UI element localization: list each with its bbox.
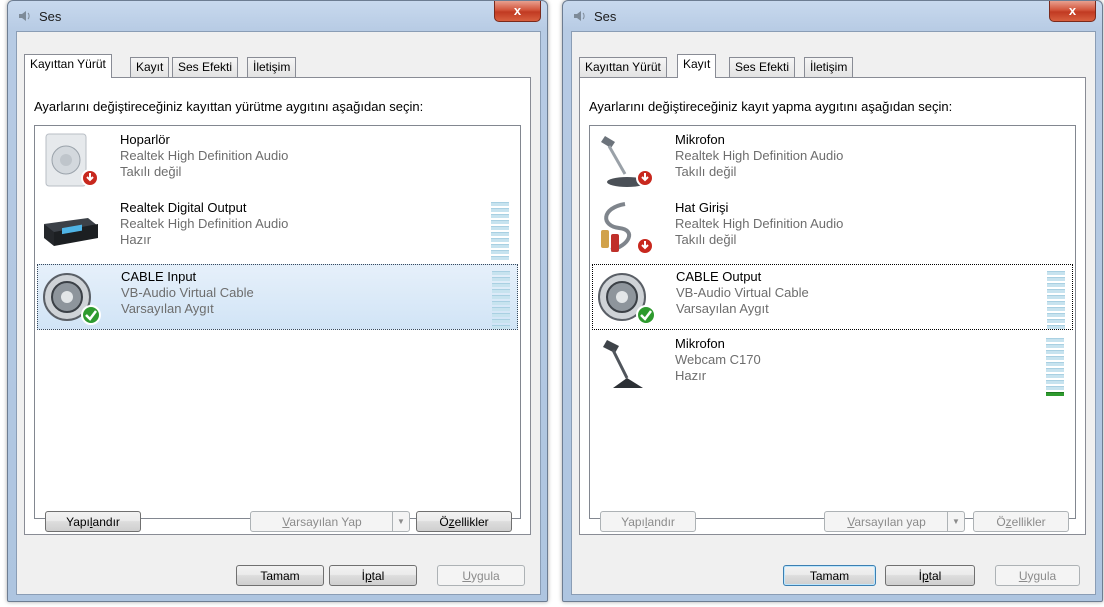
device-list[interactable]: Hoparlör Realtek High Definition Audio T… <box>34 125 521 519</box>
device-driver: VB-Audio Virtual Cable <box>676 285 809 300</box>
device-list[interactable]: Mikrofon Realtek High Definition Audio T… <box>589 125 1076 519</box>
configure-label: Yapı <box>66 515 90 529</box>
dialog-client: Kayıttan Yürüt Kayıt Ses Efekti İletişim… <box>16 31 541 595</box>
properties-label-end: ellikler <box>454 515 489 529</box>
cable-icon <box>43 273 101 325</box>
device-status: Varsayılan Aygıt <box>121 301 214 316</box>
title-bar[interactable]: Ses x <box>8 1 547 31</box>
properties-label: Ö <box>996 515 1006 529</box>
sound-dialog-playback: Ses x Kayıttan Yürüt Kayıt Ses Efekti İl… <box>7 0 548 602</box>
device-item[interactable]: Hat Girişi Realtek High Definition Audio… <box>592 196 1071 260</box>
cable-icon <box>598 273 656 325</box>
apply-button[interactable]: Uygula <box>437 565 525 586</box>
device-driver: Webcam C170 <box>675 352 761 367</box>
device-status: Hazır <box>120 232 152 247</box>
ok-button[interactable]: Tamam <box>236 565 324 586</box>
tab-playback[interactable]: Kayıttan Yürüt <box>24 54 112 78</box>
device-name: CABLE Output <box>676 269 762 284</box>
properties-label-end: ellikler <box>1011 515 1046 529</box>
configure-label-end: andır <box>647 515 675 529</box>
speaker-small-icon <box>574 11 585 21</box>
device-status: Varsayılan Aygıt <box>676 301 769 316</box>
device-name: Hat Girişi <box>675 200 729 215</box>
tab-recording[interactable]: Kayıt <box>677 54 717 78</box>
device-item-selected[interactable]: CABLE Input VB-Audio Virtual Cable Varsa… <box>37 264 518 330</box>
configure-button[interactable]: Yapılandır <box>45 511 141 532</box>
device-status: Hazır <box>675 368 707 383</box>
device-name: Mikrofon <box>675 132 725 147</box>
set-default-label: arsayılan Yap <box>289 515 362 529</box>
tab-communications[interactable]: İletişim <box>247 57 297 77</box>
title-bar[interactable]: Ses x <box>563 1 1102 31</box>
apply-button[interactable]: Uygula <box>995 565 1080 586</box>
tab-page-recording: Ayarlarını değiştireceğiniz kayıt yapma … <box>579 77 1086 535</box>
set-default-button[interactable]: Varsayılan yap ▼ <box>824 511 965 532</box>
dialog-client: Kayıttan Yürüt Kayıt Ses Efekti İletişim… <box>571 31 1096 595</box>
device-name: Realtek Digital Output <box>120 200 247 215</box>
device-name: Mikrofon <box>675 336 725 351</box>
device-item[interactable]: Mikrofon Webcam C170 Hazır <box>592 332 1071 396</box>
properties-label: Ö <box>439 515 449 529</box>
window-title: Ses <box>39 9 62 24</box>
cancel-accel: p <box>921 569 929 583</box>
cancel-button[interactable]: İptal <box>885 565 975 586</box>
device-driver: VB-Audio Virtual Cable <box>121 285 254 300</box>
level-meter <box>1046 338 1064 396</box>
tab-recording[interactable]: Kayıt <box>130 57 170 77</box>
tab-playback[interactable]: Kayıttan Yürüt <box>579 57 667 77</box>
microphone-icon <box>603 340 643 388</box>
properties-button[interactable]: Özellikler <box>973 511 1069 532</box>
microphone-icon <box>601 136 654 187</box>
apply-label: ygula <box>1027 569 1057 583</box>
device-name: CABLE Input <box>121 269 197 284</box>
configure-label-end: andır <box>92 515 120 529</box>
tab-sound-effects[interactable]: Ses Efekti <box>172 57 239 77</box>
apply-accel: U <box>462 569 471 583</box>
cancel-accel: p <box>364 569 372 583</box>
instruction-text: Ayarlarını değiştireceğiniz kayıt yapma … <box>589 99 953 114</box>
level-meter <box>1047 271 1065 329</box>
configure-label: Yapı <box>621 515 645 529</box>
device-name: Hoparlör <box>120 132 170 147</box>
close-button[interactable]: x <box>494 1 541 22</box>
close-button[interactable]: x <box>1049 1 1096 22</box>
speaker-small-icon <box>19 11 30 21</box>
configure-button[interactable]: Yapılandır <box>600 511 696 532</box>
apply-label: ygula <box>470 569 500 583</box>
device-item[interactable]: Realtek Digital Output Realtek High Defi… <box>37 196 516 260</box>
device-item[interactable]: Mikrofon Realtek High Definition Audio T… <box>592 128 1071 192</box>
device-item-selected[interactable]: CABLE Output VB-Audio Virtual Cable Vars… <box>592 264 1073 330</box>
cancel-button[interactable]: İptal <box>329 565 417 586</box>
dropdown-arrow-icon[interactable]: ▼ <box>947 512 964 531</box>
level-meter <box>491 202 509 260</box>
tab-communications[interactable]: İletişim <box>804 57 854 77</box>
device-driver: Realtek High Definition Audio <box>120 148 289 163</box>
device-status: Takılı değil <box>675 164 737 179</box>
ok-button[interactable]: Tamam <box>783 565 876 586</box>
device-status: Takılı değil <box>120 164 182 179</box>
cancel-label-end: tal <box>371 569 385 583</box>
speaker-icon <box>45 133 99 187</box>
sound-dialog-recording: Ses x Kayıttan Yürüt Kayıt Ses Efekti İl… <box>562 0 1103 602</box>
device-driver: Realtek High Definition Audio <box>675 148 844 163</box>
properties-button[interactable]: Özellikler <box>416 511 512 532</box>
device-item[interactable]: Hoparlör Realtek High Definition Audio T… <box>37 128 516 192</box>
dropdown-arrow-icon[interactable]: ▼ <box>392 512 409 531</box>
set-default-button[interactable]: Varsayılan Yap ▼ <box>250 511 410 532</box>
device-driver: Realtek High Definition Audio <box>675 216 844 231</box>
window-title: Ses <box>594 9 617 24</box>
receiver-icon <box>44 218 98 246</box>
device-driver: Realtek High Definition Audio <box>120 216 289 231</box>
instruction-text: Ayarlarını değiştireceğiniz kayıttan yür… <box>34 99 424 114</box>
cancel-label-end: tal <box>928 569 942 583</box>
set-default-label: arsayılan yap <box>854 515 926 529</box>
tab-page-playback: Ayarlarını değiştireceğiniz kayıttan yür… <box>24 77 531 535</box>
line-in-icon <box>601 202 654 255</box>
level-meter <box>492 271 510 329</box>
device-status: Takılı değil <box>675 232 737 247</box>
tab-sound-effects[interactable]: Ses Efekti <box>729 57 796 77</box>
